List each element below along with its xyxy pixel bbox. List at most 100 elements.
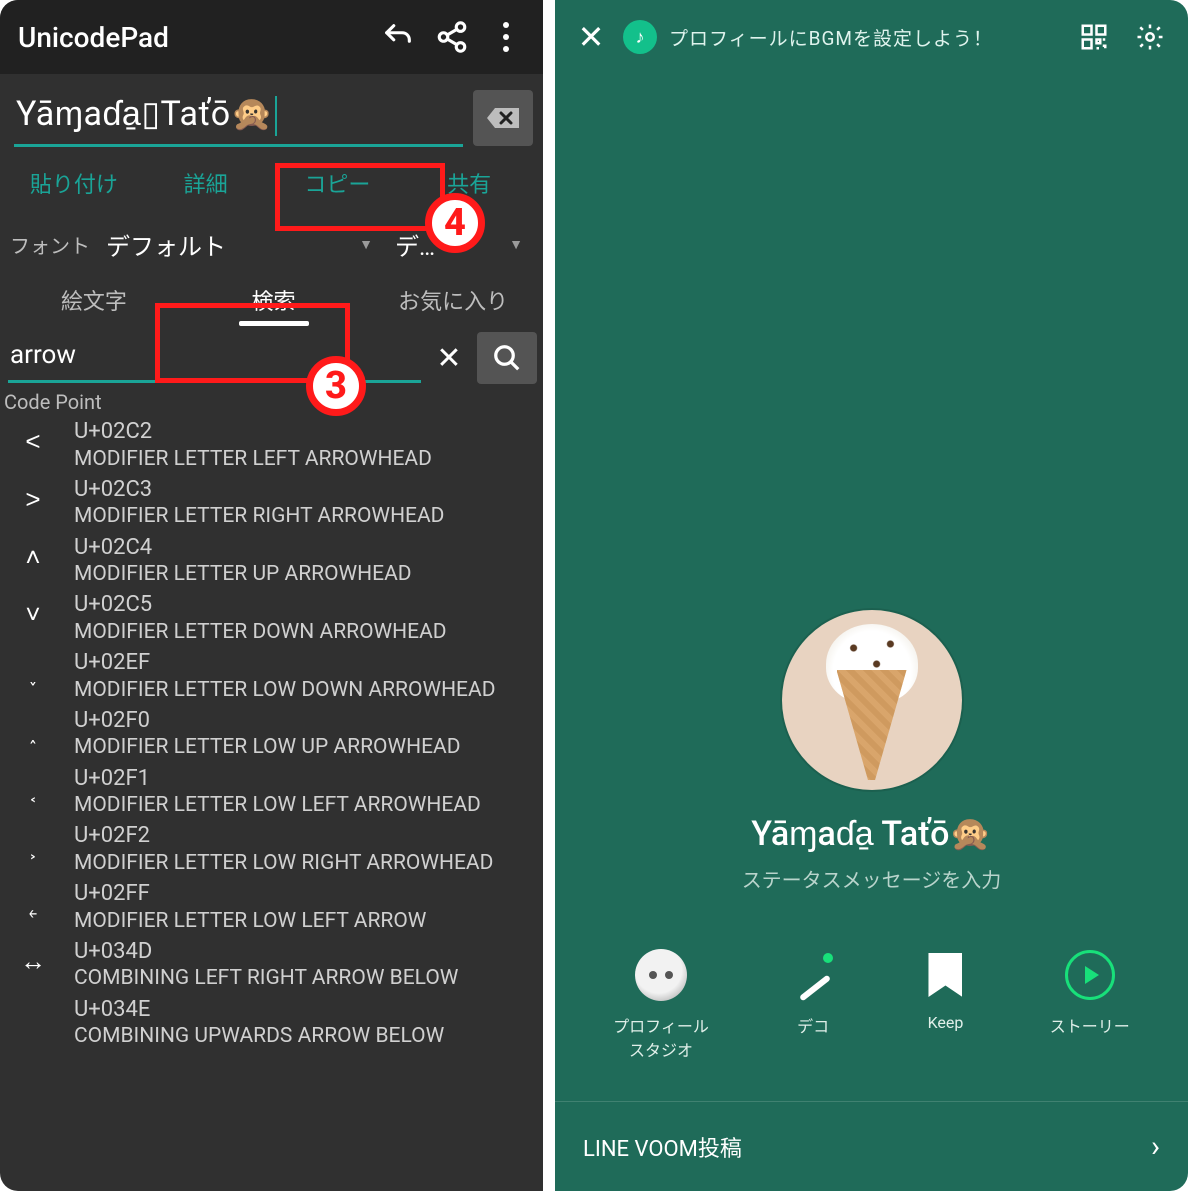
font-select-value: デフォルト [106,227,226,262]
app-title: UnicodePad [18,21,371,54]
result-code: U+02EF [74,649,539,677]
list-header: Code Point [0,388,543,416]
music-icon[interactable]: ♪ [623,20,657,54]
result-code: U+02C2 [74,418,539,446]
result-glyph: ˃ [8,476,58,515]
result-row[interactable]: ˱ U+02F1MODIFIER LETTER LOW LEFT ARROWHEA… [0,763,543,821]
undo-icon[interactable] [371,10,425,64]
voom-label: LINE VOOM投稿 [583,1131,742,1163]
gear-icon[interactable] [1128,22,1172,52]
overflow-menu-icon[interactable] [479,10,533,64]
result-code: U+034D [74,938,539,966]
result-glyph: ↔ [8,938,58,977]
status-message[interactable]: ステータスメッセージを入力 [742,864,1002,893]
result-name: MODIFIER LETTER LEFT ARROWHEAD [74,446,539,472]
result-row[interactable]: U+034ECOMBINING UPWARDS ARROW BELOW [0,994,543,1052]
search-button[interactable] [477,332,537,384]
dropdown-icon: ▼ [509,236,523,253]
result-row[interactable]: ˂ U+02C2MODIFIER LETTER LEFT ARROWHEAD [0,416,543,474]
action-label: Keep [928,1013,964,1032]
action-deco[interactable]: デコ [785,947,841,1061]
result-name: MODIFIER LETTER LOW RIGHT ARROWHEAD [74,850,539,876]
result-meta: U+02FFMODIFIER LETTER LOW LEFT ARROW [74,880,539,934]
action-label: プロフィール スタジオ [613,1013,709,1061]
unicodepad-pane: UnicodePad Yāɱaɗa̱▯Taťō🙊 貼り付け 詳細 コピー 共有 … [0,0,555,1191]
backspace-button[interactable] [473,90,533,146]
result-row[interactable]: ˿ U+02FFMODIFIER LETTER LOW LEFT ARROW [0,878,543,936]
profile-actions: プロフィール スタジオ デコ Keep ストーリー [555,947,1188,1061]
bgm-prompt[interactable]: プロフィールにBGMを設定しよう！ [669,24,1060,51]
result-row[interactable]: ˃ U+02C3MODIFIER LETTER RIGHT ARROWHEAD [0,474,543,532]
result-meta: U+02F0MODIFIER LETTER LOW UP ARROWHEAD [74,707,539,761]
display-name[interactable]: Yāɱaɗa̱ Taťō🙊 [751,814,992,854]
wand-icon [791,953,835,997]
result-glyph: ˰ [8,707,58,746]
tab-favorite[interactable]: お気に入り [363,284,543,326]
qr-icon[interactable] [1072,22,1116,52]
profile-center: Yāɱaɗa̱ Taťō🙊 ステータスメッセージを入力 プロフィール スタジオ … [555,74,1188,1101]
result-meta: U+02C4MODIFIER LETTER UP ARROWHEAD [74,534,539,588]
result-name: MODIFIER LETTER DOWN ARROWHEAD [74,619,539,645]
result-code: U+02C4 [74,534,539,562]
detail-button[interactable]: 詳細 [140,167,272,199]
font-label: フォント [10,230,90,259]
result-name: MODIFIER LETTER LOW DOWN ARROWHEAD [74,677,539,703]
result-meta: U+02C3MODIFIER LETTER RIGHT ARROWHEAD [74,476,539,530]
result-code: U+02F2 [74,822,539,850]
voom-row[interactable]: LINE VOOM投稿 › [555,1101,1188,1191]
result-code: U+02C5 [74,591,539,619]
result-code: U+02C3 [74,476,539,504]
result-meta: U+034ECOMBINING UPWARDS ARROW BELOW [74,996,539,1050]
app-header: UnicodePad [0,0,543,74]
action-label: デコ [797,1013,829,1037]
result-name: COMBINING UPWARDS ARROW BELOW [74,1023,539,1049]
text-input[interactable]: Yāɱaɗa̱▯Taťō🙊 [14,88,463,147]
result-row[interactable]: ˰ U+02F0MODIFIER LETTER LOW UP ARROWHEAD [0,705,543,763]
result-glyph: ˿ [8,880,58,919]
result-row[interactable]: ˲ U+02F2MODIFIER LETTER LOW RIGHT ARROWHE… [0,820,543,878]
result-row[interactable]: ˅ U+02C5MODIFIER LETTER DOWN ARROWHEAD [0,589,543,647]
result-name: MODIFIER LETTER LOW UP ARROWHEAD [74,734,539,760]
action-keep[interactable]: Keep [917,947,973,1061]
result-list[interactable]: ˂ U+02C2MODIFIER LETTER LEFT ARROWHEAD ˃ U+… [0,416,543,1191]
callout-box-copy [275,163,445,231]
dropdown-icon: ▼ [359,236,373,253]
text-input-value: Yāɱaɗa̱▯Taťō🙊 [16,94,273,134]
line-profile-pane: ✕ ♪ プロフィールにBGMを設定しよう！ Yāɱaɗa̱ Taťō🙊 ステータ… [555,0,1188,1191]
result-meta: U+02F2MODIFIER LETTER LOW RIGHT ARROWHEA… [74,822,539,876]
profile-topbar: ✕ ♪ プロフィールにBGMを設定しよう！ [555,0,1188,74]
result-glyph: ˲ [8,822,58,861]
avatar[interactable] [782,610,962,790]
share-icon[interactable] [425,10,479,64]
result-meta: U+034DCOMBINING LEFT RIGHT ARROW BELOW [74,938,539,992]
paste-button[interactable]: 貼り付け [8,167,140,199]
result-name: MODIFIER LETTER UP ARROWHEAD [74,561,539,587]
story-icon [1065,950,1115,1000]
result-name: MODIFIER LETTER LOW LEFT ARROW [74,908,539,934]
action-label: ストーリー [1050,1013,1130,1037]
result-glyph: ˅ [8,591,58,630]
result-glyph: ˱ [8,765,58,804]
result-meta: U+02C5MODIFIER LETTER DOWN ARROWHEAD [74,591,539,645]
result-code: U+02FF [74,880,539,908]
callout-badge-3: 3 [306,356,366,416]
close-icon[interactable]: ✕ [571,18,611,56]
result-meta: U+02EFMODIFIER LETTER LOW DOWN ARROWHEAD [74,649,539,703]
result-code: U+02F0 [74,707,539,735]
result-glyph: ˯ [8,649,58,688]
chevron-right-icon: › [1151,1129,1160,1164]
callout-badge-4: 4 [425,193,485,253]
result-row[interactable]: ↔ U+034DCOMBINING LEFT RIGHT ARROW BELOW [0,936,543,994]
result-code: U+034E [74,996,539,1024]
result-row[interactable]: ˄U+02C4MODIFIER LETTER UP ARROWHEAD [0,532,543,590]
face-icon [635,949,687,1001]
result-name: MODIFIER LETTER LOW LEFT ARROWHEAD [74,792,539,818]
result-code: U+02F1 [74,765,539,793]
edit-row: Yāɱaɗa̱▯Taťō🙊 [0,74,543,149]
bookmark-icon [928,953,962,997]
action-profile-studio[interactable]: プロフィール スタジオ [613,947,709,1061]
result-glyph: ˂ [8,418,58,457]
result-row[interactable]: ˯ U+02EFMODIFIER LETTER LOW DOWN ARROWHEA… [0,647,543,705]
action-story[interactable]: ストーリー [1050,947,1130,1061]
clear-search-icon[interactable]: ✕ [427,341,471,376]
